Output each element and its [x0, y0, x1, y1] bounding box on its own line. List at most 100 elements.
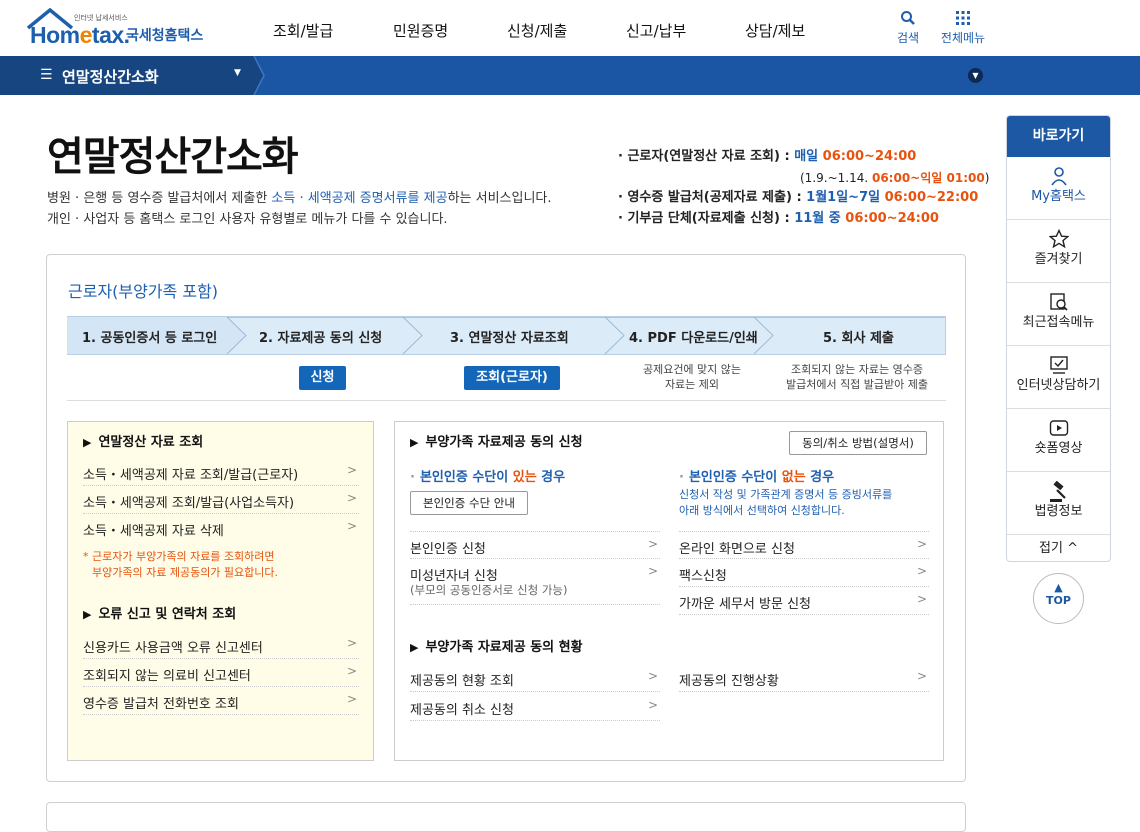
- link-issuer-phone[interactable]: 영수증 발급처 전화번호 조회 >: [83, 687, 359, 715]
- quick-menu-title: 바로가기: [1007, 116, 1110, 157]
- link-minor-child-apply[interactable]: 미성년자녀 신청 (부모의 공동인증서로 신청 가능) >: [410, 559, 660, 605]
- service-hours: · 근로자(연말정산 자료 조회) : 매일 06:00~24:00 (1.9.…: [618, 149, 990, 226]
- chevron-right-icon: >: [647, 669, 658, 683]
- no-auth-description: 신청서 작성 및 가족관계 증명서 등 증빙서류를 아래 방식에서 선택하여 신청…: [679, 488, 893, 517]
- monitor-check-icon: [1007, 346, 1110, 374]
- inquiry-panel: ▶ 연말정산 자료 조회 소득・세액공제 자료 조회/발급(근로자) > 소득・세액…: [67, 421, 374, 761]
- chevron-right-icon: >: [346, 519, 357, 533]
- link-deduction-delete[interactable]: 소득・세액공제 자료 삭제 >: [83, 514, 359, 542]
- link-medical-report[interactable]: 조회되지 않는 의료비 신고센터 >: [83, 659, 359, 687]
- chevron-right-icon: >: [346, 636, 357, 650]
- has-auth-heading: · 본인인증 수단이 있는 경우: [410, 470, 566, 485]
- chevron-right-icon: >: [346, 463, 357, 477]
- chevron-right-icon: >: [647, 537, 658, 551]
- quick-my-hometax[interactable]: My홈택스: [1007, 157, 1110, 220]
- search-label: 검색: [896, 31, 920, 45]
- quick-favorites[interactable]: 즐겨찾기: [1007, 220, 1110, 283]
- chevron-right-icon: >: [916, 592, 927, 606]
- worker-section: 근로자(부양가족 포함) 1. 공동인증서 등 로그인 2. 자료제공 동의 신…: [46, 254, 966, 782]
- minor-child-note: (부모의 공동인증서로 신청 가능): [410, 583, 568, 597]
- dropdown-caret-icon: ▼: [234, 68, 241, 78]
- section-heading: ▶ 부양가족 자료제공 동의 현황: [410, 640, 583, 655]
- triangle-bullet-icon: ▶: [410, 436, 419, 449]
- step5-note: 조회되지 않는 자료는 영수증 발급처에서 직접 발급받아 제출: [785, 363, 929, 391]
- menu-civil-certificate[interactable]: 민원증명: [393, 20, 448, 41]
- play-icon: [1007, 409, 1110, 436]
- auth-guide-button[interactable]: 본인인증 수단 안내: [410, 491, 528, 515]
- next-section: [46, 802, 966, 832]
- step-1: 1. 공동인증서 등 로그인: [82, 331, 218, 346]
- step-4: 4. PDF 다운로드/인쇄: [629, 331, 758, 346]
- expand-circle-icon[interactable]: ▼: [968, 68, 983, 83]
- divider: [67, 400, 946, 401]
- current-menu-selector[interactable]: ☰ 연말정산간소화 ▼: [0, 56, 265, 95]
- link-worker-deduction-inquiry[interactable]: 소득・세액공제 자료 조회/발급(근로자) >: [83, 458, 359, 486]
- link-consent-progress[interactable]: 제공동의 진행상황 >: [679, 664, 929, 692]
- chevron-right-icon: >: [647, 698, 658, 712]
- link-consent-status-inquiry[interactable]: 제공동의 현황 조회 >: [410, 664, 660, 692]
- person-icon: [1007, 157, 1110, 186]
- menu-inquiry-issuance[interactable]: 조회/발급: [273, 20, 333, 41]
- consent-panel: ▶ 부양가족 자료제공 동의 신청 동의/취소 방법(설명서) · 본인인증 수단이…: [394, 421, 944, 761]
- all-menu-button[interactable]: 전체메뉴: [937, 10, 989, 46]
- section-heading: ▶ 오류 신고 및 연락처 조회: [83, 607, 237, 622]
- all-menu-label: 전체메뉴: [940, 31, 986, 45]
- link-self-auth-apply[interactable]: 본인인증 신청 >: [410, 531, 660, 559]
- chevron-right-icon: >: [346, 664, 357, 678]
- section-heading: ▶ 부양가족 자료제공 동의 신청: [410, 435, 583, 450]
- chevron-right-icon: >: [916, 669, 927, 683]
- chevron-right-icon: >: [916, 564, 927, 578]
- dependent-warning: * 근로자가 부양가족의 자료를 조회하려면 부양가족의 자료 제공동의가 필요합…: [83, 550, 279, 579]
- triangle-bullet-icon: ▶: [83, 436, 92, 449]
- consent-guide-button[interactable]: 동의/취소 방법(설명서): [789, 431, 927, 455]
- link-online-apply[interactable]: 온라인 화면으로 신청 >: [679, 531, 929, 559]
- menu-application-submission[interactable]: 신청/제출: [507, 20, 567, 41]
- quick-online-consult[interactable]: 인터넷상담하기: [1007, 346, 1110, 409]
- link-card-error-report[interactable]: 신용카드 사용금액 오류 신고센터 >: [83, 631, 359, 659]
- logo-wordmark: Hometax.: [30, 22, 130, 48]
- gavel-icon: [1007, 472, 1110, 502]
- link-fax-apply[interactable]: 팩스신청 >: [679, 559, 929, 587]
- link-tax-office-visit[interactable]: 가까운 세무서 방문 신청 >: [679, 587, 929, 615]
- chevron-right-icon: >: [346, 692, 357, 706]
- menu-report-payment[interactable]: 신고/납부: [626, 20, 686, 41]
- step-5: 5. 회사 제출: [823, 331, 894, 346]
- step-2: 2. 자료제공 동의 신청: [259, 331, 383, 346]
- quick-recent-menu[interactable]: 최근접속메뉴: [1007, 283, 1110, 346]
- step4-note: 공제요건에 맞지 않는 자료는 제외: [642, 363, 742, 391]
- chevron-right-icon: >: [346, 491, 357, 505]
- quick-menu-collapse[interactable]: 접기 ^: [1007, 535, 1110, 561]
- location-bar: ☰ 연말정산간소화 ▼ ▼: [0, 56, 1140, 95]
- chevron-right-icon: >: [647, 564, 658, 578]
- quick-law-info[interactable]: 법령정보: [1007, 472, 1110, 535]
- triangle-bullet-icon: ▶: [83, 608, 92, 621]
- arrow-up-icon: ▲: [1054, 581, 1063, 594]
- page-title: 연말정산간소화: [47, 134, 299, 180]
- triangle-bullet-icon: ▶: [410, 641, 419, 654]
- section-heading: ▶ 연말정산 자료 조회: [83, 435, 204, 450]
- step-3: 3. 연말정산 자료조회: [450, 331, 569, 346]
- worker-inquiry-button[interactable]: 조회(근로자): [464, 366, 560, 390]
- quick-menu: 바로가기 My홈택스 즐겨찾기 최근접속메뉴 인터넷상담하기 숏폼영상 법령정보…: [1006, 115, 1111, 562]
- star-icon: [1007, 220, 1110, 249]
- chevron-right-icon: >: [916, 537, 927, 551]
- top-navigation: 인터넷 납세서비스 Hometax. 국세청홈택스 조회/발급 민원증명 신청/…: [0, 0, 1140, 56]
- search-icon: [901, 11, 915, 25]
- link-business-income-inquiry[interactable]: 소득・세액공제 조회/발급(사업소득자) >: [83, 486, 359, 514]
- hometax-logo[interactable]: 인터넷 납세서비스 Hometax. 국세청홈택스: [26, 8, 216, 50]
- logo-korean-name: 국세청홈택스: [126, 28, 204, 44]
- current-menu-title: 연말정산간소화: [62, 68, 159, 86]
- section-title: 근로자(부양가족 포함): [68, 282, 219, 301]
- grid-menu-icon: [956, 11, 970, 25]
- link-consent-cancel[interactable]: 제공동의 취소 신청 >: [410, 693, 660, 721]
- hamburger-icon: ☰: [40, 67, 53, 83]
- menu-consult-report[interactable]: 상담/제보: [745, 20, 805, 41]
- search-button[interactable]: 검색: [895, 10, 921, 46]
- quick-short-video[interactable]: 숏폼영상: [1007, 409, 1110, 472]
- page-description: 병원 · 은행 등 영수증 발급처에서 제출한 소득 · 세액공제 증명서류를 …: [47, 191, 552, 227]
- apply-consent-button[interactable]: 신청: [299, 366, 346, 390]
- recent-search-icon: [1007, 283, 1110, 311]
- no-auth-heading: · 본인인증 수단이 없는 경우: [679, 470, 835, 485]
- process-steps: 1. 공동인증서 등 로그인 2. 자료제공 동의 신청 3. 연말정산 자료조…: [67, 316, 946, 355]
- scroll-top-button[interactable]: ▲ TOP: [1033, 573, 1084, 624]
